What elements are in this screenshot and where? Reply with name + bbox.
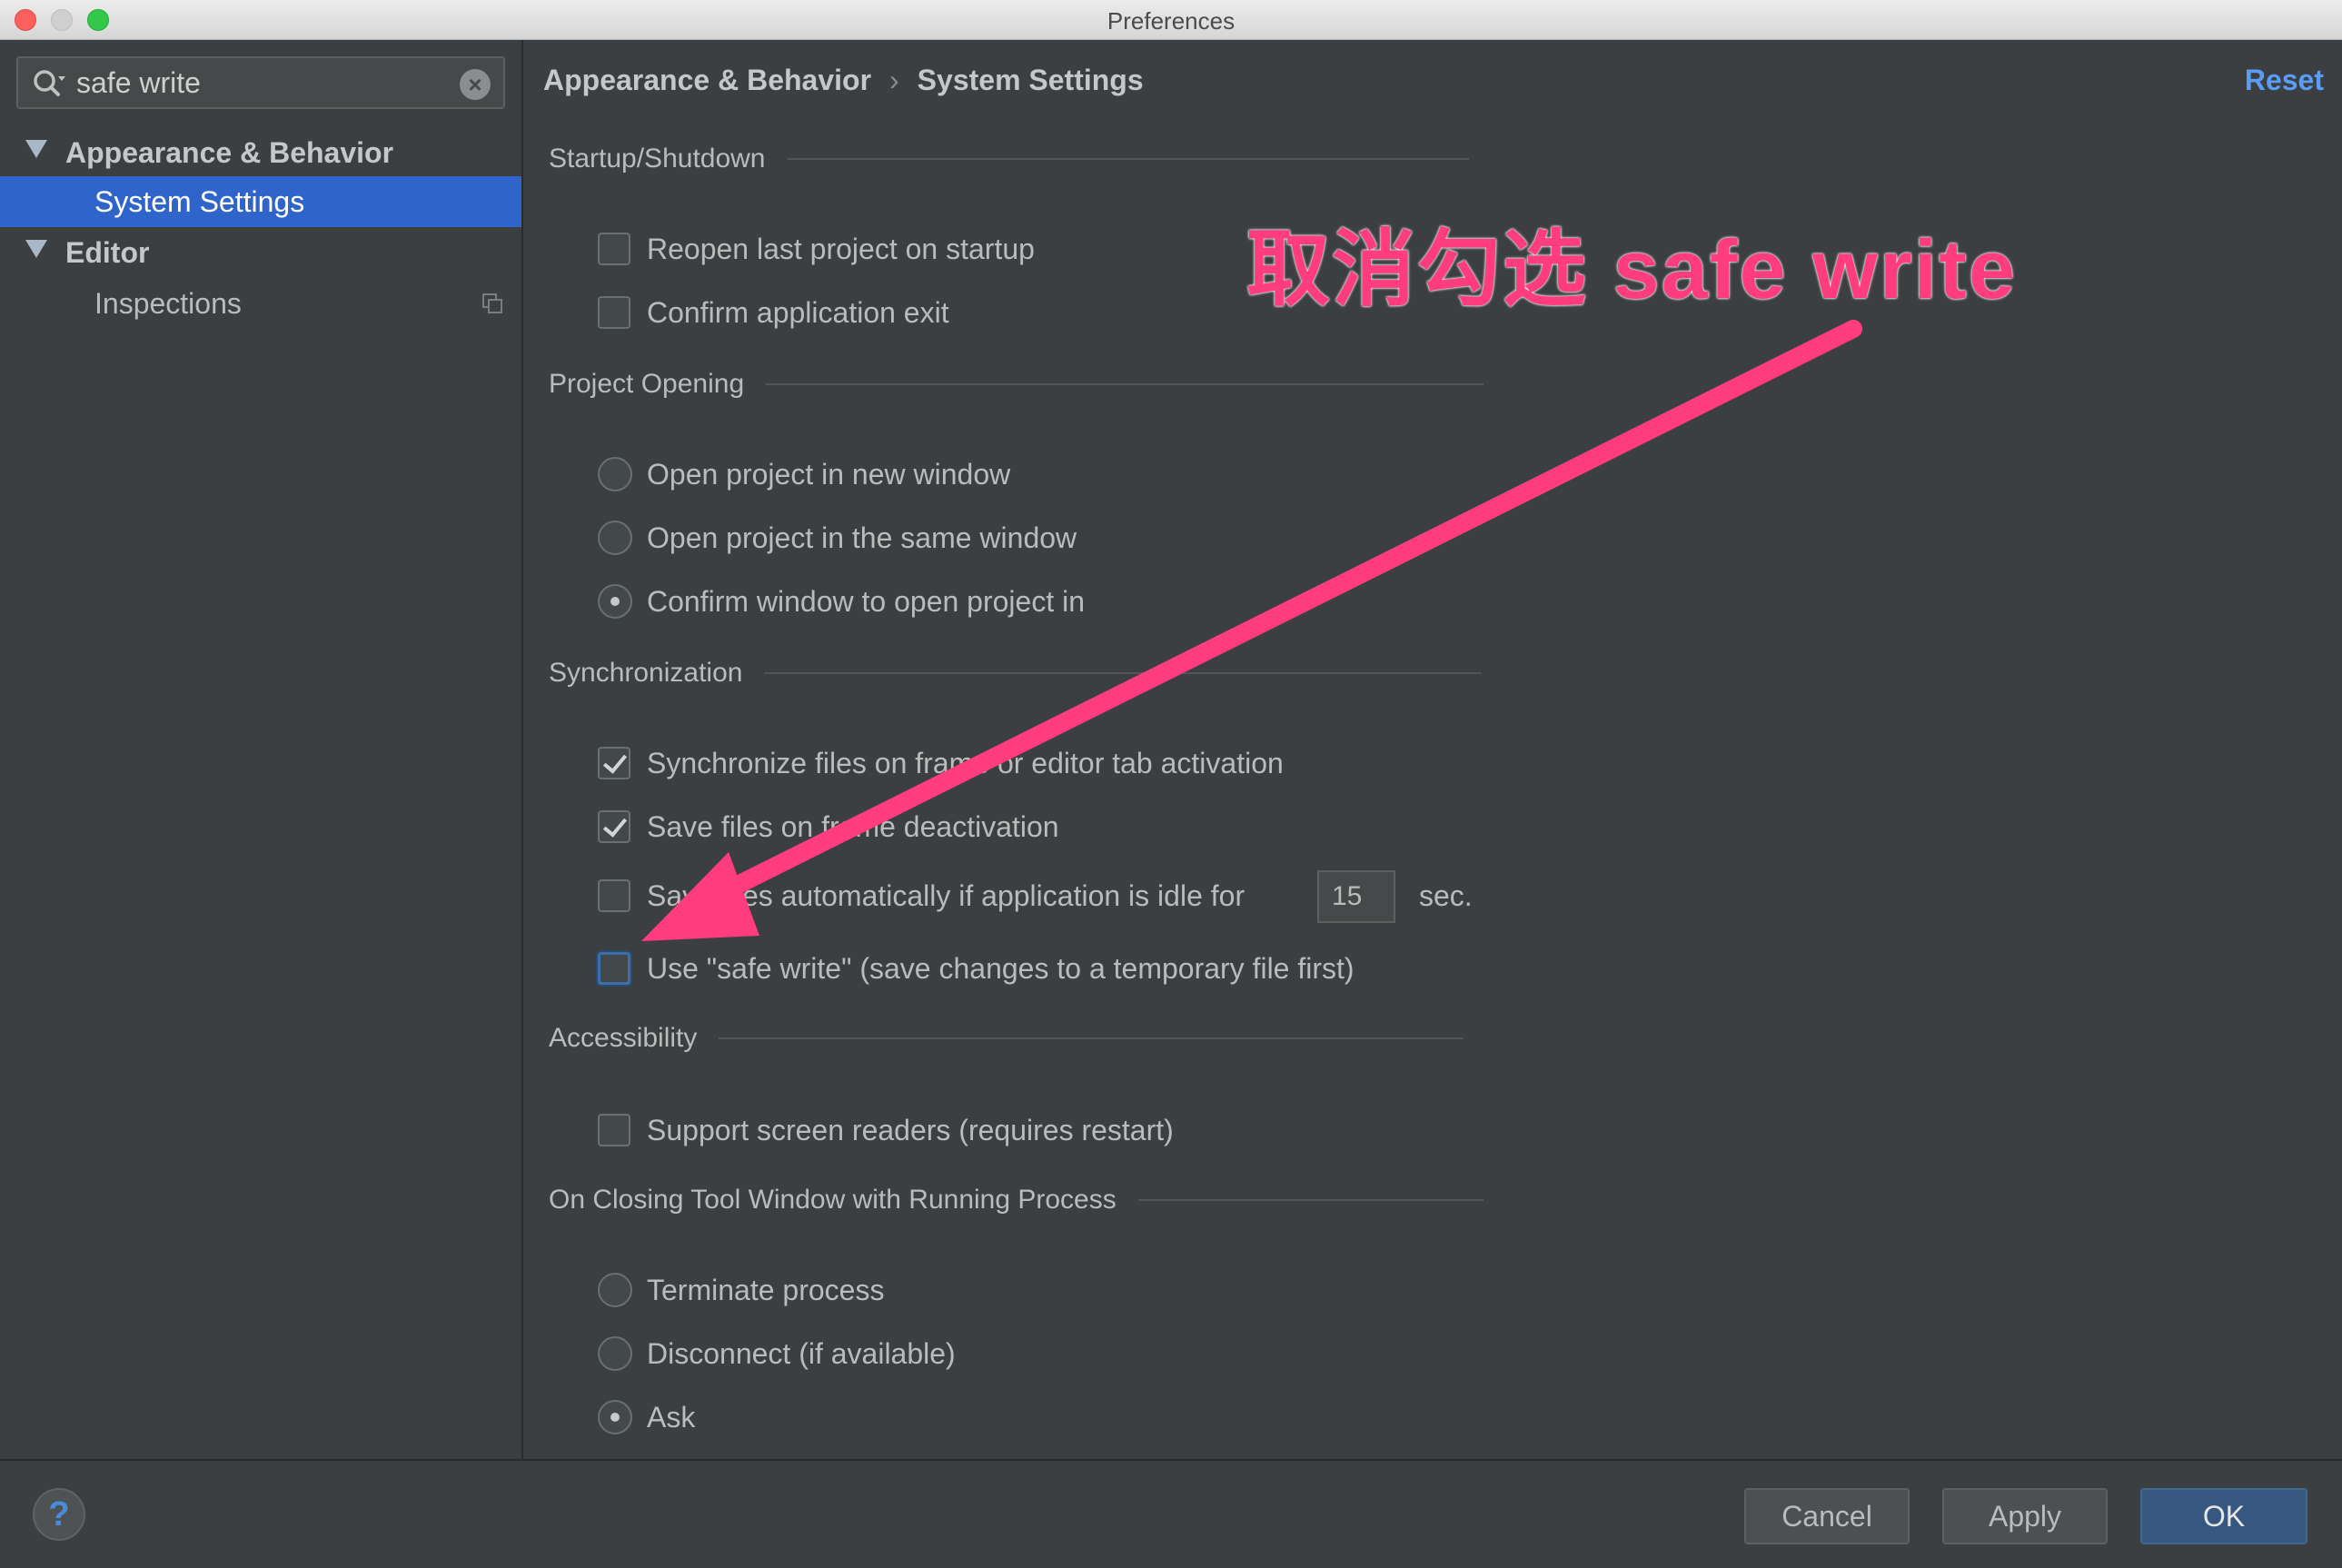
radio-label: Ask <box>647 1400 696 1434</box>
ask-radio[interactable]: Ask <box>598 1397 695 1437</box>
radio-label: Disconnect (if available) <box>647 1336 956 1370</box>
section-project-opening: Project Opening <box>549 369 1484 400</box>
apply-button[interactable]: Apply <box>1942 1488 2108 1544</box>
checkbox-box[interactable] <box>598 1114 630 1146</box>
tree-item-label: Inspections <box>94 287 242 320</box>
screen-readers-checkbox[interactable]: Support screen readers (requires restart… <box>598 1110 1174 1150</box>
section-accessibility: Accessibility <box>549 1023 1464 1054</box>
settings-search-field[interactable]: safe write × <box>16 56 505 109</box>
checkbox-box[interactable] <box>598 233 630 265</box>
checkbox-label: Use "safe write" (save changes to a temp… <box>647 951 1355 985</box>
section-title: Project Opening <box>549 369 745 399</box>
section-title: Synchronization <box>549 658 743 688</box>
tree-item-inspections[interactable]: Inspections <box>0 278 521 329</box>
radio-button[interactable] <box>598 1336 632 1371</box>
open-new-window-radio[interactable]: Open project in new window <box>598 454 1010 494</box>
section-divider <box>787 158 1469 160</box>
radio-label: Open project in the same window <box>647 521 1077 554</box>
reopen-last-project-checkbox[interactable]: Reopen last project on startup <box>598 229 1035 269</box>
section-startup-shutdown: Startup/Shutdown <box>549 144 1469 174</box>
checkbox-box[interactable] <box>598 879 630 912</box>
help-button[interactable]: ? <box>33 1488 85 1541</box>
project-settings-icon <box>482 293 502 313</box>
dialog-footer: ? Cancel Apply OK <box>0 1459 2342 1568</box>
radio-button[interactable] <box>598 521 632 555</box>
radio-label: Terminate process <box>647 1273 885 1306</box>
checkbox-label: Confirm application exit <box>647 295 949 329</box>
checkbox-box[interactable] <box>598 296 630 329</box>
clear-search-icon[interactable]: × <box>460 69 491 100</box>
radio-button[interactable] <box>598 584 632 619</box>
section-divider <box>764 672 1483 674</box>
radio-button[interactable] <box>598 457 632 491</box>
checkbox-label: Support screen readers (requires restart… <box>647 1113 1174 1146</box>
checkbox-label: Save files on frame deactivation <box>647 809 1059 843</box>
tree-item-label: Editor <box>65 236 150 269</box>
settings-sidebar: safe write × Appearance & Behavior Syste… <box>0 40 523 1459</box>
section-divider <box>766 383 1484 385</box>
open-same-window-radio[interactable]: Open project in the same window <box>598 518 1077 558</box>
reset-link[interactable]: Reset <box>2245 64 2324 97</box>
search-input[interactable]: safe write <box>76 66 201 100</box>
tree-item-label: Appearance & Behavior <box>65 136 394 169</box>
section-title: Startup/Shutdown <box>549 144 766 174</box>
tree-item-system-settings[interactable]: System Settings <box>0 176 521 227</box>
section-title: Accessibility <box>549 1023 698 1053</box>
expand-arrow-icon[interactable] <box>25 240 47 258</box>
radio-label: Open project in new window <box>647 457 1011 491</box>
checkbox-box[interactable] <box>598 810 630 843</box>
section-divider <box>719 1037 1464 1039</box>
expand-arrow-icon[interactable] <box>25 140 47 158</box>
safe-write-checkbox[interactable]: Use "safe write" (save changes to a temp… <box>598 948 1355 988</box>
ok-button[interactable]: OK <box>2140 1488 2307 1544</box>
tree-group-appearance-behavior[interactable]: Appearance & Behavior <box>0 127 521 178</box>
tree-item-label: System Settings <box>94 185 305 218</box>
checkbox-box[interactable] <box>598 952 630 985</box>
disconnect-radio[interactable]: Disconnect (if available) <box>598 1334 956 1374</box>
confirm-window-radio[interactable]: Confirm window to open project in <box>598 581 1085 621</box>
confirm-exit-checkbox[interactable]: Confirm application exit <box>598 293 949 332</box>
search-icon <box>34 70 65 96</box>
checkbox-label: Synchronize files on frame or editor tab… <box>647 746 1284 779</box>
radio-button[interactable] <box>598 1273 632 1307</box>
breadcrumb-item: Appearance & Behavior <box>543 64 872 96</box>
idle-seconds-input[interactable]: 15 <box>1317 870 1395 923</box>
breadcrumb-separator: › <box>889 64 899 96</box>
checkbox-label: Reopen last project on startup <box>647 232 1035 265</box>
terminate-process-radio[interactable]: Terminate process <box>598 1270 884 1310</box>
window-titlebar: Preferences <box>0 0 2342 40</box>
idle-seconds-unit: sec. <box>1419 879 1473 912</box>
cancel-button[interactable]: Cancel <box>1744 1488 1910 1544</box>
section-synchronization: Synchronization <box>549 658 1483 689</box>
radio-label: Confirm window to open project in <box>647 584 1086 618</box>
checkbox-label: Save files automatically if application … <box>647 878 1245 912</box>
autosave-idle-checkbox[interactable]: Save files automatically if application … <box>598 876 1245 916</box>
section-title: On Closing Tool Window with Running Proc… <box>549 1185 1116 1215</box>
section-divider <box>1137 1199 1484 1201</box>
section-closing-tool-window: On Closing Tool Window with Running Proc… <box>549 1185 1484 1216</box>
tree-group-editor[interactable]: Editor <box>0 227 521 278</box>
checkbox-box[interactable] <box>598 747 630 779</box>
radio-button[interactable] <box>598 1400 632 1434</box>
breadcrumb-item: System Settings <box>917 64 1144 96</box>
annotation-text: 取消勾选 safe write <box>1246 223 2017 316</box>
window-title: Preferences <box>1106 7 1236 35</box>
sync-files-on-activation-checkbox[interactable]: Synchronize files on frame or editor tab… <box>598 743 1284 783</box>
save-on-deactivation-checkbox[interactable]: Save files on frame deactivation <box>598 807 1059 847</box>
breadcrumb: Appearance & Behavior › System Settings <box>543 64 1144 97</box>
